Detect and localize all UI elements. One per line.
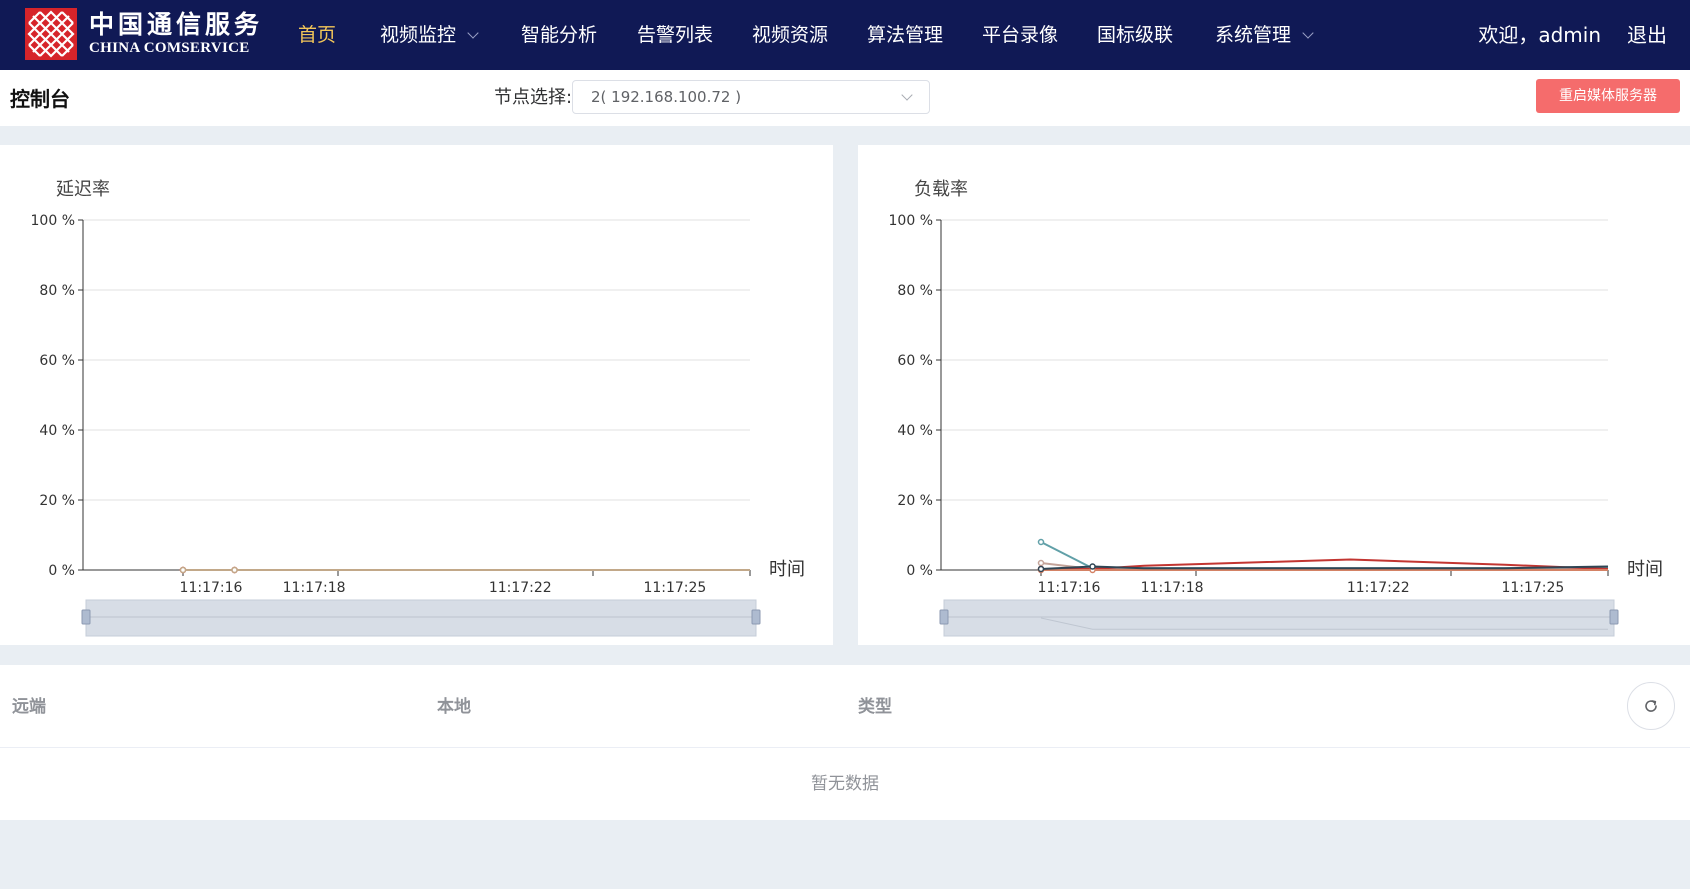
- nav-platform-recording-label: 平台录像: [982, 24, 1059, 46]
- chevron-down-icon: [1302, 27, 1314, 39]
- load-chart: 100 % 80 % 60 % 40 % 20 % 0 % 11:17:16 11:17:18…: [889, 213, 1663, 637]
- y-tick-label: 40 %: [897, 423, 933, 439]
- welcome-user: 欢迎，admin: [1478, 23, 1601, 47]
- x-tick-label: 11:17:22: [1347, 580, 1410, 596]
- y-tick-label: 60 %: [897, 353, 933, 369]
- column-header-remote[interactable]: 远端: [12, 695, 46, 719]
- data-zoom-handle[interactable]: [751, 609, 761, 625]
- x-tick-label: 11:17:18: [283, 580, 346, 596]
- logo-lattice-icon: [27, 10, 75, 58]
- nav-system-mgmt-label: 系统管理: [1215, 24, 1292, 46]
- restart-media-server-button[interactable]: 重启媒体服务器: [1536, 79, 1680, 113]
- top-navbar: 中国通信服务 CHINA COMSERVICE 首页 视频监控 智能分析 告警列…: [0, 0, 1690, 70]
- column-header-local[interactable]: 本地: [437, 695, 471, 719]
- page-title: 控制台: [10, 87, 70, 111]
- data-zoom-slider[interactable]: [85, 599, 757, 637]
- toolbar: 控制台 节点选择: 2( 192.168.100.72 ) 重启媒体服务器: [0, 70, 1690, 126]
- data-point: [1037, 565, 1045, 573]
- data-point: [1037, 538, 1045, 546]
- x-tick-label: 11:17:16: [1038, 580, 1101, 596]
- nav-video-resources-label: 视频资源: [752, 24, 829, 46]
- connection-table: 远端 本地 类型 暂无数据: [0, 665, 1690, 820]
- y-tick-label: 60 %: [39, 353, 75, 369]
- china-comservice-logo[interactable]: [25, 8, 77, 60]
- load-chart-panel: 负载率 100 % 80 % 60 % 40 % 20 % 0 % 11:17:16 11:1…: [858, 145, 1690, 645]
- node-select[interactable]: 2( 192.168.100.72 ): [572, 80, 930, 114]
- nav-home[interactable]: 首页: [298, 22, 336, 48]
- nav-algorithm-mgmt[interactable]: 算法管理: [867, 22, 943, 48]
- y-tick-label: 20 %: [39, 493, 75, 509]
- series-line: [1040, 541, 1608, 570]
- logout-link[interactable]: 退出: [1627, 22, 1667, 48]
- nav-smart-analysis[interactable]: 智能分析: [521, 22, 597, 48]
- nav-video-resources[interactable]: 视频资源: [752, 22, 828, 48]
- data-zoom-handle[interactable]: [81, 609, 91, 625]
- nav-system-mgmt[interactable]: 系统管理: [1215, 22, 1314, 48]
- data-zoom-handle[interactable]: [1609, 609, 1619, 625]
- y-tick-label: 0 %: [906, 563, 933, 579]
- latency-chart: 100 % 80 % 60 % 40 % 20 % 0 % 11:17:16 11:17:18…: [31, 213, 805, 637]
- data-point: [1037, 559, 1045, 567]
- brand-name-cn: 中国通信服务: [89, 10, 264, 39]
- table-divider: [0, 747, 1690, 748]
- nav-algorithm-mgmt-label: 算法管理: [867, 24, 944, 46]
- x-axis-label: 时间: [769, 559, 805, 580]
- node-select-label: 节点选择:: [494, 87, 573, 108]
- x-tick-label: 11:17:25: [643, 580, 706, 596]
- empty-data-text: 暂无数据: [811, 774, 879, 794]
- y-tick-label: 100 %: [889, 213, 933, 229]
- chevron-down-icon: [901, 89, 913, 101]
- y-tick-label: 40 %: [39, 423, 75, 439]
- nav-gb-cascade-label: 国标级联: [1097, 24, 1174, 46]
- node-select-value: 2( 192.168.100.72 ): [591, 88, 742, 106]
- x-tick-label: 11:17:22: [489, 580, 552, 596]
- nav-smart-analysis-label: 智能分析: [521, 24, 598, 46]
- y-tick-label: 0 %: [48, 563, 75, 579]
- data-point: [1089, 563, 1096, 570]
- data-point: [179, 566, 187, 574]
- nav-video-monitor[interactable]: 视频监控: [380, 22, 479, 48]
- nav-home-label: 首页: [298, 24, 337, 46]
- brand-name-en: CHINA COMSERVICE: [89, 40, 250, 56]
- refresh-button[interactable]: [1627, 682, 1675, 730]
- data-point: [231, 566, 238, 574]
- chevron-down-icon: [467, 27, 479, 39]
- y-tick-label: 80 %: [39, 283, 75, 299]
- refresh-icon: [1645, 700, 1657, 712]
- nav-platform-recording[interactable]: 平台录像: [982, 22, 1058, 48]
- series-line: [1040, 565, 1609, 570]
- x-tick-label: 11:17:16: [180, 580, 243, 596]
- y-tick-label: 100 %: [31, 213, 75, 229]
- nav-gb-cascade[interactable]: 国标级联: [1097, 22, 1173, 48]
- latency-chart-panel: 延迟率 100 % 80 % 60 % 40 % 20 % 0 % 11:17:16 11:1…: [0, 145, 833, 645]
- y-tick-label: 20 %: [897, 493, 933, 509]
- nav-video-monitor-label: 视频监控: [380, 24, 457, 46]
- nav-alarm-list-label: 告警列表: [637, 24, 714, 46]
- x-tick-label: 11:17:25: [1501, 580, 1564, 596]
- x-tick-label: 11:17:18: [1141, 580, 1204, 596]
- data-zoom-handle[interactable]: [939, 609, 949, 625]
- column-header-type[interactable]: 类型: [858, 695, 892, 719]
- y-tick-label: 80 %: [897, 283, 933, 299]
- data-zoom-slider[interactable]: [943, 599, 1615, 637]
- x-axis-label: 时间: [1627, 559, 1663, 580]
- nav-alarm-list[interactable]: 告警列表: [637, 22, 713, 48]
